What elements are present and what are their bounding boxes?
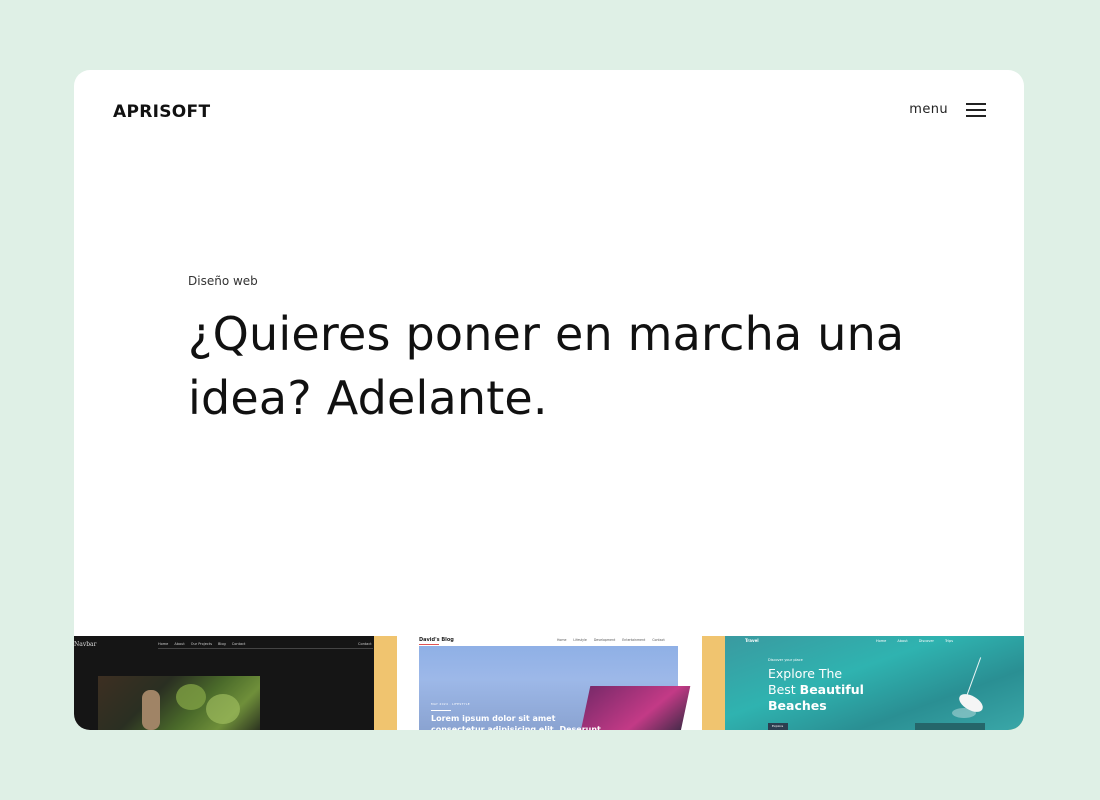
- travel-small-label: Discover your place: [768, 658, 803, 662]
- thumb-divider: [158, 648, 373, 649]
- blog-nav-link: Contact: [652, 638, 665, 642]
- blog-nav-link: Development: [593, 638, 616, 642]
- travel-nav-link: Discover: [918, 639, 934, 643]
- travel-headline-mid: Best: [768, 682, 796, 697]
- travel-nav-link: Home: [876, 639, 887, 643]
- thumb-nav-link: Contact: [231, 642, 246, 646]
- blog-headline: Lorem ipsum dolor sit amet consectetur a…: [431, 714, 604, 730]
- thumbnail-blog-theme[interactable]: David's Blog Home Lifestyle Development …: [397, 636, 702, 730]
- dock-shape: [915, 723, 985, 730]
- blog-nav-links: Home Lifestyle Development Entertainment…: [557, 638, 665, 642]
- leaf-shape: [176, 684, 206, 710]
- blog-brand: David's Blog: [419, 637, 454, 643]
- blog-preview: David's Blog Home Lifestyle Development …: [419, 636, 691, 730]
- leaf-shape: [206, 694, 240, 724]
- thumbnail-navbar-theme[interactable]: Navbar Home About Our Projects Blog Cont…: [74, 636, 397, 730]
- hamburger-icon[interactable]: [966, 102, 986, 117]
- travel-nav-link: Trips: [944, 639, 954, 643]
- site-logo[interactable]: APRISOFT: [113, 102, 210, 122]
- thumb-nav-link: Blog: [218, 642, 226, 646]
- travel-brand: Travel: [745, 638, 759, 643]
- hero-title: ¿Quieres poner en marcha una idea? Adela…: [188, 307, 905, 425]
- travel-cta-label: Explore: [772, 724, 784, 728]
- blog-nav-link: Entertainment: [622, 638, 646, 642]
- site-header: APRISOFT menu: [74, 70, 1024, 156]
- hero-kicker: Diseño web: [188, 274, 258, 288]
- thumb-nav-link: Our Projects: [190, 642, 213, 646]
- gold-strip: [374, 636, 397, 730]
- thumb-contact: Contact: [358, 642, 372, 646]
- blog-meta: MAY 2024 · LIFESTYLE: [431, 702, 471, 706]
- main-card: APRISOFT menu Diseño web ¿Quieres poner …: [74, 70, 1024, 730]
- blog-nav-link: Lifestyle: [573, 638, 587, 642]
- brand-underline: [419, 644, 439, 645]
- travel-nav-link: About: [897, 639, 908, 643]
- travel-headline: Explore The Best Beautiful Beaches: [768, 666, 898, 714]
- person-shape: [142, 690, 160, 730]
- thumb-nav-link: Home: [158, 642, 169, 646]
- travel-nav-links: Home About Discover Trips: [876, 639, 953, 643]
- blog-nav-link: Home: [557, 638, 567, 642]
- plants-photo: [98, 676, 260, 730]
- travel-headline-prefix: Explore The: [768, 666, 843, 681]
- thumb-nav-link: About: [174, 642, 185, 646]
- portfolio-thumbnails: Navbar Home About Our Projects Blog Cont…: [74, 636, 1024, 730]
- menu-button[interactable]: menu: [909, 102, 986, 117]
- menu-label[interactable]: menu: [909, 102, 948, 117]
- thumb-brand: Navbar: [74, 641, 97, 648]
- meta-divider: [431, 710, 451, 711]
- thumbnail-travel-theme[interactable]: Travel Home About Discover Trips Discove…: [702, 636, 1024, 730]
- thumb-nav-links: Home About Our Projects Blog Contact: [158, 642, 245, 646]
